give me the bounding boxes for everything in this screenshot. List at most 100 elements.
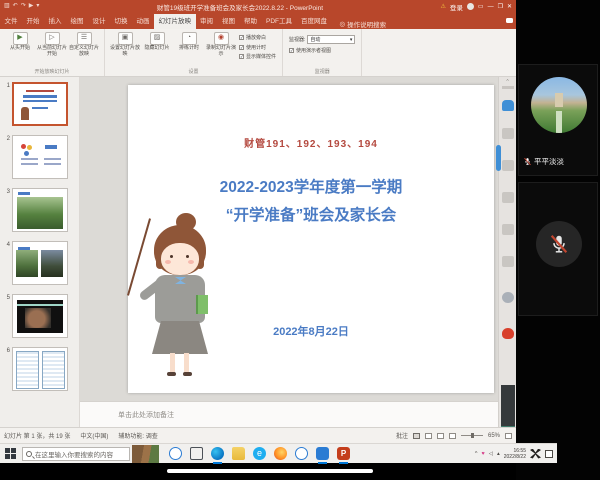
minimize-button[interactable]: — [488, 4, 494, 10]
ie-browser-icon[interactable]: e [253, 447, 266, 460]
rehearse-timings-button[interactable]: ◔ 排练计时 [173, 32, 205, 60]
action-center-icon[interactable] [545, 450, 553, 458]
slide-canvas[interactable]: 财管191、192、193、194 2022-2023学年度第一学期 “开学准备… [128, 85, 494, 393]
slideshow-view-button[interactable] [449, 433, 456, 439]
powerpoint-taskbar-icon[interactable]: P [337, 447, 350, 460]
butterfly-app-icon[interactable] [530, 449, 541, 459]
taskbar-search-input[interactable]: 在这里输入你要搜索的内容 [22, 447, 130, 461]
tab-file[interactable]: 文件 [0, 14, 22, 29]
tray-expand-icon[interactable]: ^ [475, 451, 478, 457]
panel-handle[interactable] [496, 145, 501, 171]
redo-icon[interactable]: ↷ [21, 0, 26, 13]
tab-design[interactable]: 设计 [88, 14, 110, 29]
slide-title-line1[interactable]: 2022-2023学年度第一学期 [128, 175, 494, 197]
firefox-icon[interactable] [274, 447, 287, 460]
volume-icon[interactable]: ◁ [489, 451, 493, 457]
participant-tile[interactable]: 平平淡淡 [518, 64, 598, 176]
edge-browser-icon[interactable] [211, 447, 224, 460]
participant-tile[interactable] [518, 182, 598, 316]
comments-button[interactable]: 批注 [396, 431, 408, 440]
slide-thumbnail-5[interactable] [12, 294, 68, 338]
accessibility-indicator[interactable]: 辅助功能: 调查 [118, 431, 157, 440]
start-slideshow-icon[interactable]: ▶ [29, 0, 34, 13]
app-icon[interactable] [502, 128, 514, 139]
tab-transitions[interactable]: 切换 [110, 14, 132, 29]
tab-review[interactable]: 审阅 [196, 14, 218, 29]
teacher-eye [170, 255, 173, 258]
reading-view-button[interactable] [437, 433, 444, 439]
taskbar-clock[interactable]: 16:55 2022/8/22 [504, 448, 526, 460]
fit-to-window-icon[interactable] [505, 433, 512, 439]
from-current-slide-button[interactable]: ▷ 从当前幻灯片开始 [36, 32, 68, 58]
zoom-slider[interactable] [461, 435, 483, 436]
security-app-icon[interactable] [502, 328, 514, 339]
tab-draw[interactable]: 绘图 [66, 14, 88, 29]
app-icon[interactable] [502, 256, 514, 267]
use-timings-checkbox[interactable]: ✓ 使用计时 [239, 44, 276, 51]
tab-insert[interactable]: 插入 [44, 14, 66, 29]
normal-view-button[interactable] [413, 433, 420, 439]
slide-thumbnail-1[interactable] [12, 82, 68, 126]
undo-icon[interactable]: ↶ [13, 0, 18, 13]
gear-icon[interactable] [502, 292, 514, 303]
custom-slideshow-label: 自定义幻灯片放映 [68, 46, 100, 58]
app-icon[interactable] [502, 160, 514, 171]
record-slideshow-icon: ◉ [214, 32, 229, 45]
tab-home[interactable]: 开始 [22, 14, 44, 29]
monitor-dropdown[interactable]: 自动 ▾ [307, 35, 355, 44]
slide-thumbnail-2[interactable] [12, 135, 68, 179]
tab-view[interactable]: 视图 [218, 14, 240, 29]
presenter-view-checkbox[interactable]: ✓ 使用演示者视图 [289, 47, 355, 54]
tab-pdf-tools[interactable]: PDF工具 [262, 14, 297, 29]
tray-app-icon[interactable]: ♥ [481, 451, 484, 457]
slide-thumbnail-6[interactable] [12, 347, 68, 391]
setup-slideshow-icon: ▣ [118, 32, 133, 45]
tab-help[interactable]: 帮助 [240, 14, 262, 29]
tell-me-search[interactable]: ◎ 操作说明搜索 [340, 19, 387, 29]
tab-baidu-pan[interactable]: 百度网盘 [297, 14, 332, 29]
slide-thumbnail-3[interactable] [12, 188, 68, 232]
news-widget-thumbnail[interactable] [132, 445, 159, 463]
app-icon[interactable] [502, 192, 514, 203]
slide-number: 4 [0, 241, 12, 285]
tab-animations[interactable]: 动画 [132, 14, 154, 29]
app-icon[interactable] [502, 224, 514, 235]
slide-class-line[interactable]: 财管191、192、193、194 [128, 135, 494, 150]
setup-slideshow-button[interactable]: ▣ 设置幻灯片放映 [109, 32, 141, 60]
cortana-icon[interactable] [169, 447, 182, 460]
close-button[interactable]: ✕ [507, 3, 512, 10]
comments-icon[interactable] [506, 18, 513, 23]
chevron-up-icon[interactable]: ^ [499, 79, 516, 85]
file-explorer-icon[interactable] [232, 447, 245, 460]
hide-slide-button[interactable]: ▨ 隐藏幻灯片 [141, 32, 173, 60]
zoom-slider-thumb[interactable] [471, 433, 474, 438]
ribbon-group-start-slideshow: ▶ 从头开始 ▷ 从当前幻灯片开始 ☰ 自定义幻灯片放映 开始放映幻灯片 [0, 29, 105, 76]
save-icon[interactable]: ▥ [4, 0, 10, 13]
mini-window-preview[interactable] [501, 385, 515, 430]
start-button[interactable] [5, 448, 16, 459]
tab-slideshow[interactable]: 幻灯片放映 [154, 14, 196, 29]
user-avatar[interactable] [467, 3, 474, 10]
floating-bar-handle[interactable] [167, 469, 373, 473]
network-icon[interactable]: ▴ [497, 451, 500, 457]
custom-slideshow-button[interactable]: ☰ 自定义幻灯片放映 [68, 32, 100, 58]
slide-thumbnail-4[interactable] [12, 241, 68, 285]
show-media-controls-checkbox[interactable]: ✓ 显示媒体控件 [239, 53, 276, 60]
language-indicator[interactable]: 中文(中国) [80, 431, 108, 440]
sign-in-label[interactable]: 登录 [450, 2, 463, 12]
meeting-app-icon[interactable] [316, 447, 329, 460]
rehearse-timings-icon: ◔ [182, 32, 197, 45]
from-beginning-button[interactable]: ▶ 从头开始 [4, 32, 36, 58]
sync-app-icon[interactable] [295, 447, 308, 460]
task-view-icon[interactable] [190, 447, 203, 460]
record-slideshow-button[interactable]: ◉ 录制幻灯片演示 [205, 32, 237, 60]
zoom-level[interactable]: 65% [488, 433, 500, 439]
title-bar: ▥ ↶ ↷ ▶ ▾ 财管19级班开学准备班会及家长会2022.8.22 - Po… [0, 0, 516, 13]
cloud-drive-icon[interactable] [502, 100, 514, 111]
notes-pane[interactable]: 单击此处添加备注 [80, 401, 498, 427]
ribbon-tabs: 文件 开始 插入 绘图 设计 切换 动画 幻灯片放映 审阅 视图 帮助 PDF工… [0, 13, 516, 29]
ribbon-display-options-icon[interactable]: ▭ [478, 3, 484, 10]
play-narrations-checkbox[interactable]: ✓ 播放旁白 [239, 34, 276, 41]
slide-sorter-view-button[interactable] [425, 433, 432, 439]
restore-button[interactable]: ❐ [498, 3, 503, 10]
